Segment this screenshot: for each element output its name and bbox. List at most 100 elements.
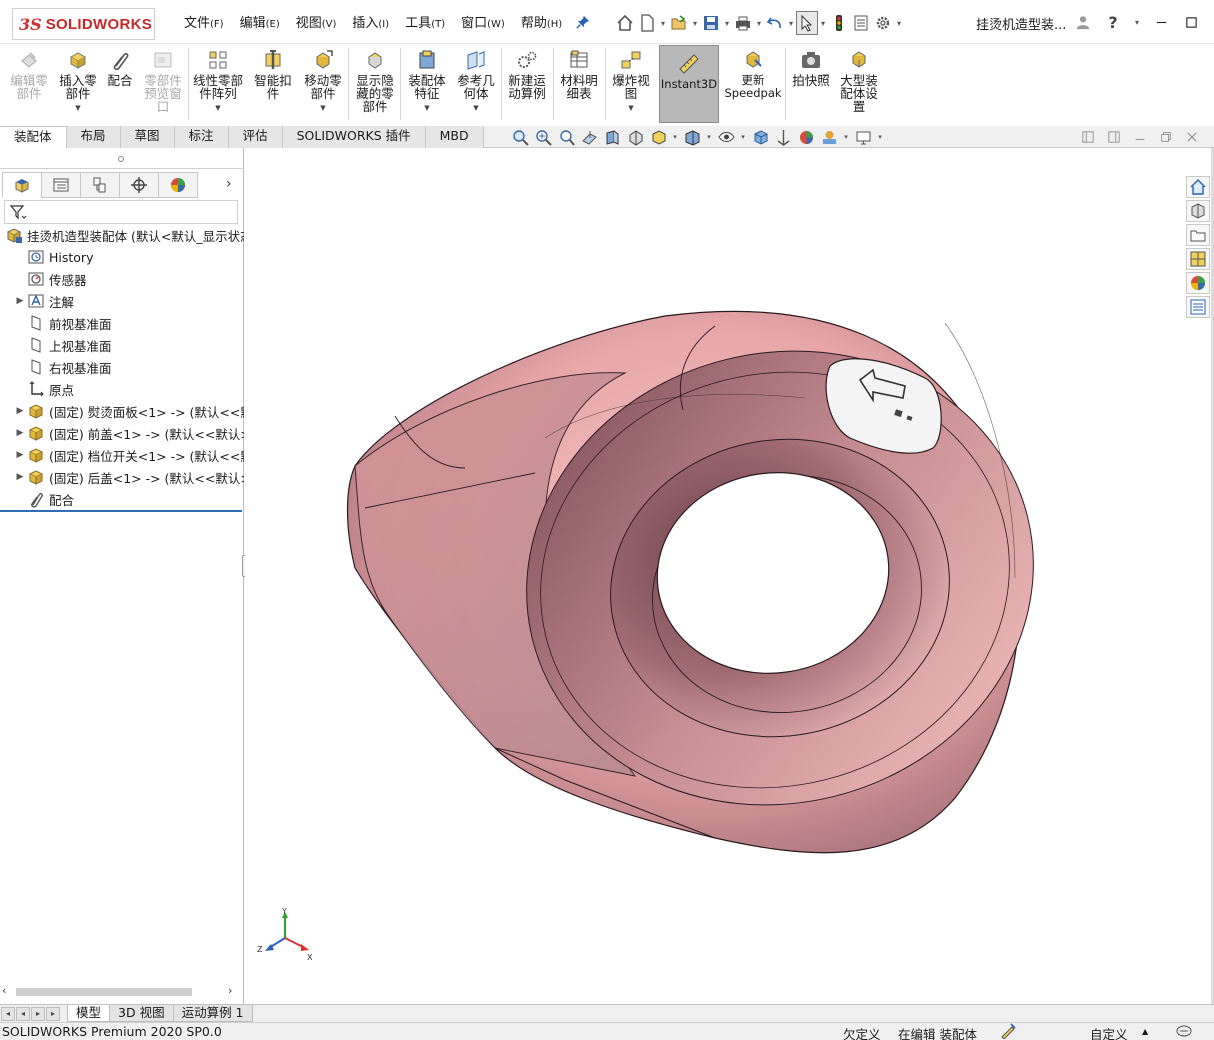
tab-configuration-manager[interactable] — [80, 172, 120, 198]
unit-system[interactable]: 自定义 — [1090, 1024, 1128, 1040]
tab-property-manager[interactable] — [41, 172, 81, 198]
chevron-down-icon[interactable]: ▾ — [876, 133, 884, 141]
chevron-down-icon[interactable]: ▾ — [739, 133, 747, 141]
solidworks-resources-home-icon[interactable] — [1186, 176, 1210, 198]
previous-view-icon[interactable] — [556, 128, 576, 146]
chevron-down-icon[interactable]: ▾ — [786, 11, 796, 35]
menu-file[interactable]: 文件(F) — [176, 14, 232, 34]
filter-icon[interactable] — [9, 203, 27, 221]
assembly-feature-button[interactable]: 装配体 特征 ▼ — [404, 48, 450, 122]
update-speedpak-button[interactable]: 更新 Speedpak — [724, 48, 782, 122]
doc-minimize-icon[interactable] — [1132, 129, 1148, 145]
prev-tab-arrow-icon[interactable]: ◂ — [16, 1006, 30, 1021]
user-icon[interactable] — [1072, 10, 1094, 34]
steamer-assembly-model[interactable] — [245, 148, 1185, 1004]
doc-close-icon[interactable] — [1184, 129, 1200, 145]
tree-item-gear-switch[interactable]: ▶ (固定) 档位开关<1> -> (默认<<默 — [0, 444, 244, 466]
tree-item-top-plane[interactable]: 上视基准面 — [0, 334, 244, 356]
tab-motion-study-1[interactable]: 运动算例 1 — [172, 1005, 253, 1022]
chevron-down-icon[interactable]: ▼ — [75, 102, 80, 115]
tree-item-ironing-panel[interactable]: ▶ (固定) 熨烫面板<1> -> (默认<<默 — [0, 400, 244, 422]
scroll-thumb[interactable] — [16, 988, 192, 996]
mate-button[interactable]: 配合 — [104, 48, 136, 122]
chevron-down-icon[interactable]: ▾ — [818, 11, 828, 35]
linear-pattern-button[interactable]: 线性零部 件阵列 ▼ — [190, 48, 246, 122]
open-document-icon[interactable] — [668, 11, 690, 35]
help-status-icon[interactable] — [1176, 1023, 1192, 1040]
rebuild-traffic-light-icon[interactable] — [828, 11, 850, 35]
tab-mbd[interactable]: MBD — [425, 126, 484, 148]
tree-item-annotations[interactable]: ▶ 注解 — [0, 290, 244, 312]
chevron-down-icon[interactable]: ▾ — [690, 11, 700, 35]
tab-model[interactable]: 模型 — [67, 1005, 111, 1022]
expand-arrow-icon[interactable]: ▶ — [14, 472, 26, 482]
tree-item-history[interactable]: History — [0, 246, 244, 268]
exploded-view-button[interactable]: 爆炸视 图 ▼ — [608, 48, 654, 122]
chevron-down-icon[interactable]: ▾ — [754, 11, 764, 35]
new-document-icon[interactable] — [636, 11, 658, 35]
new-motion-study-button[interactable]: 新建运 动算例 — [504, 48, 550, 122]
chevron-down-icon[interactable]: ▾ — [894, 11, 904, 35]
chevron-down-icon[interactable]: ▾ — [671, 133, 679, 141]
smart-fastener-button[interactable]: 智能扣 件 — [250, 48, 296, 122]
gear-icon[interactable] — [872, 11, 894, 35]
design-library-icon[interactable] — [1186, 200, 1210, 222]
menu-tools[interactable]: 工具(T) — [397, 14, 453, 34]
large-assembly-settings-button[interactable]: 大型装 配体设 置 — [836, 48, 882, 122]
doc-restore-icon[interactable] — [1158, 129, 1174, 145]
maximize-icon[interactable] — [1180, 10, 1202, 34]
tab-3d-view[interactable]: 3D 视图 — [109, 1005, 174, 1022]
tab-sketch[interactable]: 草图 — [120, 126, 175, 148]
panel-horizontal-scrollbar[interactable]: ‹ › — [0, 982, 242, 1000]
part-preview-button[interactable]: 零部件 预览窗 口 — [140, 48, 186, 122]
app-logo[interactable]: 3S SOLIDWORKS — [12, 8, 155, 40]
tab-assembly[interactable]: 装配体 — [0, 126, 67, 148]
tree-item-front-cover[interactable]: ▶ (固定) 前盖<1> -> (默认<<默认>_ — [0, 422, 244, 444]
edit-part-button[interactable]: 编辑零 部件 — [8, 48, 50, 122]
view-palette-icon[interactable] — [1186, 248, 1210, 270]
expand-arrow-icon[interactable]: ▶ — [14, 428, 26, 438]
home-icon[interactable] — [614, 11, 636, 35]
panel-grip-handle[interactable] — [118, 156, 124, 162]
rollback-bar[interactable] — [0, 510, 242, 512]
view-cube-icon[interactable] — [750, 128, 770, 146]
rebuild-status-icon[interactable] — [1000, 1023, 1016, 1040]
first-tab-arrow-icon[interactable]: ◂ — [1, 1006, 15, 1021]
previous-pane-icon[interactable] — [1080, 129, 1096, 145]
display-state-icon[interactable] — [682, 128, 702, 146]
appearances-scenes-icon[interactable] — [1186, 272, 1210, 294]
view-orientation-icon[interactable] — [625, 128, 645, 146]
instant3d-toggle[interactable]: Instant3D — [659, 45, 719, 123]
display-style-icon[interactable] — [648, 128, 668, 146]
chevron-down-icon[interactable]: ▾ — [658, 11, 668, 35]
chevron-down-icon[interactable]: ▼ — [424, 102, 429, 115]
expand-arrow-icon[interactable]: ▶ — [14, 296, 26, 306]
zoom-to-fit-icon[interactable] — [510, 128, 530, 146]
chevron-right-icon[interactable]: › — [226, 176, 232, 192]
take-snapshot-button[interactable]: 拍快照 — [788, 48, 834, 122]
hide-show-items-icon[interactable] — [716, 128, 736, 146]
triad-orient-icon[interactable] — [773, 128, 793, 146]
menu-insert[interactable]: 插入(I) — [344, 14, 397, 34]
chevron-down-icon[interactable]: ▼ — [215, 102, 220, 115]
help-icon[interactable]: ? — [1102, 10, 1124, 34]
tab-evaluate[interactable]: 评估 — [228, 126, 283, 148]
zoom-to-area-icon[interactable] — [533, 128, 553, 146]
tree-filter[interactable] — [4, 200, 238, 224]
next-tab-arrow-icon[interactable]: ▸ — [31, 1006, 45, 1021]
tab-solidworks-addins[interactable]: SOLIDWORKS 插件 — [282, 126, 426, 148]
move-part-button[interactable]: 移动零 部件 ▼ — [300, 48, 346, 122]
menu-help[interactable]: 帮助(H) — [513, 14, 570, 34]
chevron-down-icon[interactable]: ▾ — [1132, 10, 1142, 34]
tab-display-manager[interactable] — [158, 172, 198, 198]
show-hidden-components-button[interactable]: 显示隐 藏的零 部件 — [352, 48, 398, 122]
menu-edit[interactable]: 编辑(E) — [232, 14, 288, 34]
chevron-down-icon[interactable]: ▾ — [842, 133, 850, 141]
chevron-down-icon[interactable]: ▾ — [722, 11, 732, 35]
tree-item-sensors[interactable]: 传感器 — [0, 268, 244, 290]
tree-item-mates[interactable]: 配合 — [0, 488, 244, 510]
file-properties-icon[interactable] — [850, 11, 872, 35]
tree-root-assembly[interactable]: 挂烫机造型装配体 (默认<默认_显示状态 — [0, 224, 244, 246]
section-view-icon[interactable] — [579, 128, 599, 146]
custom-properties-icon[interactable] — [1186, 296, 1210, 318]
